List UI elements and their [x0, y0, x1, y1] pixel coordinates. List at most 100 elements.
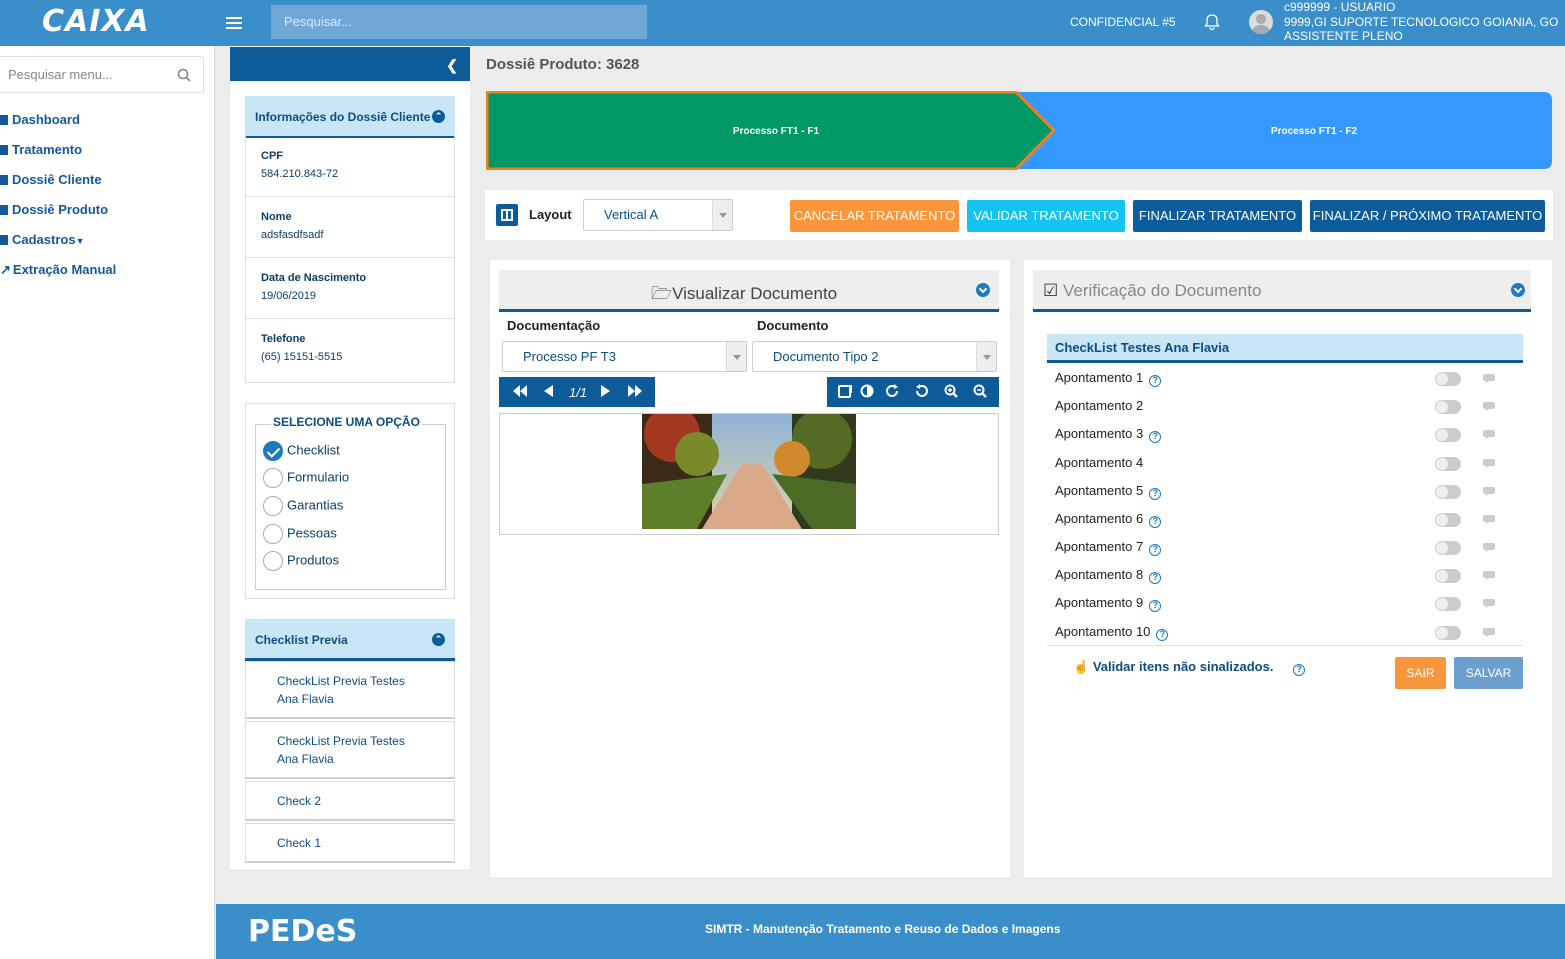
- checkbox-checked-icon: ☑: [1043, 281, 1059, 300]
- info-row-telefone: Telefone (65) 15151-5515: [261, 333, 343, 363]
- toggle-switch[interactable]: [1435, 372, 1461, 386]
- help-icon[interactable]: ?: [1149, 600, 1162, 612]
- toggle-switch[interactable]: [1435, 626, 1461, 640]
- comment-icon[interactable]: [1483, 373, 1497, 384]
- list-item[interactable]: CheckList Previa Testes Ana Flavia: [245, 721, 455, 779]
- chevron-down-icon: [712, 200, 732, 230]
- radio-checked-icon[interactable]: [263, 441, 283, 461]
- zoom-out-icon[interactable]: [973, 384, 987, 398]
- toggle-switch[interactable]: [1435, 400, 1461, 414]
- radio-garantias[interactable]: Garantias: [263, 496, 343, 516]
- sidebar-item-cadastros[interactable]: Cadastros▼: [0, 232, 85, 247]
- checklist-header: CheckList Testes Ana Flavia: [1047, 334, 1523, 363]
- next-page-icon[interactable]: [600, 384, 612, 398]
- document-image[interactable]: [642, 414, 856, 529]
- toggle-switch[interactable]: [1435, 428, 1461, 442]
- toggle-switch[interactable]: [1435, 513, 1461, 527]
- validate-button[interactable]: VALIDAR TRATAMENTO: [967, 200, 1125, 232]
- checklist-previa-title: Checklist Previa: [255, 633, 348, 647]
- toggle-switch[interactable]: [1435, 485, 1461, 499]
- salvar-button[interactable]: SALVAR: [1454, 657, 1523, 689]
- radio-produtos[interactable]: Produtos: [263, 551, 339, 571]
- checklist-item-label: Apontamento 8: [1055, 567, 1144, 582]
- help-icon[interactable]: ?: [1149, 572, 1162, 584]
- list-item[interactable]: Check 2: [245, 781, 455, 821]
- search-icon[interactable]: [177, 68, 191, 82]
- option-box: SELECIONE UMA OPÇÃO Checklist Formulario…: [245, 403, 455, 599]
- toggle-switch[interactable]: [1435, 569, 1461, 583]
- comment-icon[interactable]: [1483, 598, 1497, 609]
- list-item[interactable]: CheckList Previa Testes Ana Flavia: [245, 661, 455, 719]
- sidebar-item-extracao-manual[interactable]: ↗ Extração Manual: [0, 262, 116, 278]
- chevron-up-icon[interactable]: ⌃: [432, 633, 445, 646]
- contrast-icon[interactable]: [860, 384, 874, 398]
- layout-select[interactable]: Vertical A: [583, 199, 733, 231]
- caixa-logo[interactable]: CAIXA: [42, 5, 162, 39]
- radio-icon[interactable]: [263, 551, 283, 571]
- toggle-switch[interactable]: [1435, 597, 1461, 611]
- radio-icon[interactable]: [263, 524, 283, 544]
- radio-checklist[interactable]: Checklist: [263, 441, 340, 461]
- hamburger-menu-icon[interactable]: [226, 14, 242, 32]
- radio-icon[interactable]: [263, 468, 283, 488]
- finish-button[interactable]: FINALIZAR TRATAMENTO: [1133, 200, 1302, 232]
- verification-header[interactable]: ☑ Verificação do Documento: [1033, 270, 1531, 312]
- cancel-button[interactable]: CANCELAR TRATAMENTO: [790, 200, 959, 232]
- global-search-input[interactable]: Pesquisar...: [271, 5, 647, 39]
- cliente-info-box: CPF 584.210.843-72 Nome adsfasdfsadf Data …: [245, 135, 455, 383]
- radio-formulario[interactable]: Formulario: [263, 468, 349, 488]
- chevron-up-icon[interactable]: ⌃: [432, 110, 445, 123]
- sidebar: Pesquisar menu... Dashboard Tratamento D…: [0, 46, 215, 959]
- bell-icon[interactable]: [1203, 13, 1221, 31]
- list-item[interactable]: Check 1: [245, 823, 455, 863]
- help-icon[interactable]: ?: [1149, 544, 1162, 556]
- avatar[interactable]: [1249, 10, 1273, 34]
- toggle-switch[interactable]: [1435, 457, 1461, 471]
- prev-page-icon[interactable]: [542, 384, 554, 398]
- chevron-down-circle-icon[interactable]: [1511, 283, 1525, 297]
- viewer-header[interactable]: 🗁Visualizar Documento: [499, 270, 999, 312]
- chevron-down-circle-icon[interactable]: [976, 283, 990, 297]
- chevron-left-icon[interactable]: ❮: [446, 57, 458, 74]
- sidebar-item-dossie-cliente[interactable]: Dossiê Cliente: [0, 172, 102, 187]
- help-icon[interactable]: ?: [1149, 375, 1162, 387]
- comment-icon[interactable]: [1483, 429, 1497, 440]
- comment-icon[interactable]: [1483, 458, 1497, 469]
- rotate-left-icon[interactable]: [915, 384, 929, 398]
- rotate-right-icon[interactable]: [885, 384, 899, 398]
- comment-icon[interactable]: [1483, 542, 1497, 553]
- layout-icon[interactable]: [496, 204, 518, 226]
- finish-next-button[interactable]: FINALIZAR / PRÓXIMO TRATAMENTO: [1310, 200, 1545, 232]
- zoom-in-icon[interactable]: [944, 384, 958, 398]
- sidebar-item-dashboard[interactable]: Dashboard: [0, 112, 80, 127]
- help-icon[interactable]: ?: [1149, 516, 1162, 528]
- comment-icon[interactable]: [1483, 401, 1497, 412]
- toggle-switch[interactable]: [1435, 541, 1461, 555]
- documento-select[interactable]: Documento Tipo 2: [752, 341, 997, 372]
- wizard-step-f2-label: Processo FT1 - F2: [1271, 126, 1358, 137]
- sair-button[interactable]: SAIR: [1395, 657, 1446, 689]
- first-page-icon[interactable]: [512, 384, 528, 398]
- radio-icon[interactable]: [263, 496, 283, 516]
- cliente-panel-header[interactable]: Informações do Dossiê Cliente ⌃: [245, 96, 455, 138]
- comment-icon[interactable]: [1483, 627, 1497, 638]
- user-info[interactable]: c999999 - USUARIO 9999,GI SUPORTE TECNOL…: [1284, 0, 1558, 44]
- comment-icon[interactable]: [1483, 486, 1497, 497]
- documentacao-select[interactable]: Processo PF T3: [502, 341, 747, 372]
- checklist-previa-header[interactable]: Checklist Previa ⌃: [245, 619, 455, 661]
- help-icon[interactable]: ?: [1149, 488, 1162, 500]
- comment-icon[interactable]: [1483, 514, 1497, 525]
- last-page-icon[interactable]: [627, 384, 643, 398]
- help-icon[interactable]: ?: [1293, 664, 1306, 676]
- validar-link[interactable]: ☝ Validar itens não sinalizados. ?: [1073, 659, 1306, 676]
- menu-search-input[interactable]: Pesquisar menu...: [0, 56, 204, 93]
- sidebar-item-tratamento[interactable]: Tratamento: [0, 142, 82, 157]
- sidebar-item-dossie-produto[interactable]: Dossiê Produto: [0, 202, 108, 217]
- open-external-icon[interactable]: [838, 384, 852, 398]
- comment-icon[interactable]: [1483, 570, 1497, 581]
- checklist-item-label: Apontamento 9: [1055, 595, 1144, 610]
- help-icon[interactable]: ?: [1156, 629, 1169, 641]
- checklist-item: Apontamento 10?: [1055, 624, 1523, 644]
- radio-pessoas[interactable]: Pessoas: [263, 524, 337, 544]
- help-icon[interactable]: ?: [1149, 431, 1162, 443]
